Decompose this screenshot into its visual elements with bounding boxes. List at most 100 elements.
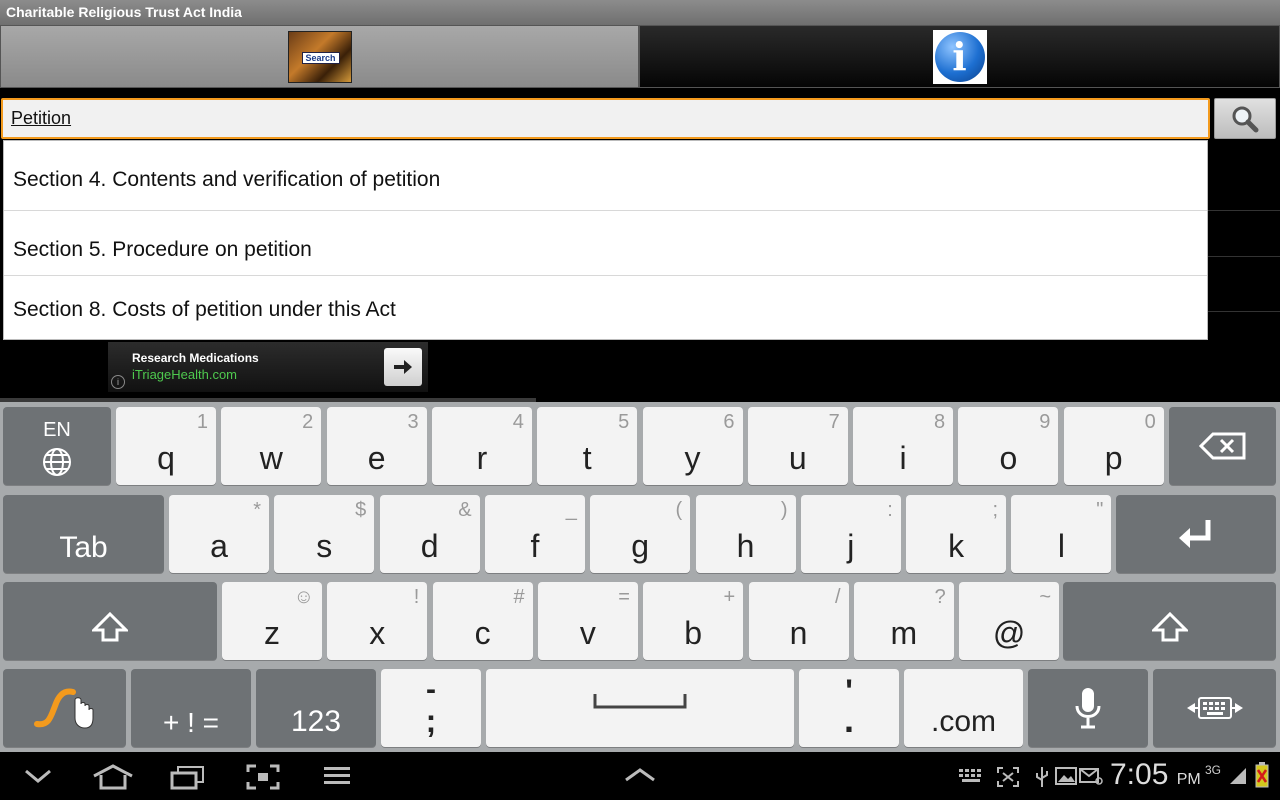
search-button[interactable]	[1214, 98, 1276, 139]
fullscreen-icon	[997, 767, 1019, 787]
space-key[interactable]	[486, 669, 794, 747]
background-list-divider	[1208, 210, 1280, 211]
key-alt-label: ☺	[293, 586, 314, 608]
key-v[interactable]: = v	[537, 582, 638, 660]
key-alt-label: )	[780, 499, 788, 521]
symbols-key-label: + ! =	[162, 707, 220, 738]
back-icon[interactable]	[22, 764, 54, 788]
swype-icon	[33, 688, 93, 729]
key-label: u	[788, 440, 807, 476]
key-z[interactable]: ☺ z	[222, 582, 322, 660]
backspace-key[interactable]	[1169, 407, 1276, 485]
quote-period-key[interactable]: ' .	[799, 669, 899, 747]
key-k[interactable]: ; k	[906, 495, 1007, 573]
key-c[interactable]: # c	[432, 582, 533, 660]
background-list-divider	[1208, 311, 1280, 312]
ad-url: iTriageHealth.com	[132, 367, 238, 382]
suggestion-item[interactable]: Section 4. Contents and verification of …	[4, 141, 1207, 211]
key-label: v	[579, 615, 596, 651]
key-label: j	[847, 528, 855, 564]
key-f[interactable]: _ f	[484, 495, 585, 573]
keyboard-status-icon	[959, 769, 981, 782]
key-p[interactable]: 0p	[1063, 407, 1164, 485]
key-label: y	[684, 440, 701, 476]
key-label: o	[999, 440, 1018, 476]
key-alt-label: *	[253, 499, 261, 521]
keyboard-hide-icon	[1186, 697, 1243, 719]
key-alt-label: =	[618, 586, 630, 608]
search-tab-image-label: Search	[301, 51, 340, 64]
dotcom-key[interactable]: .com	[904, 669, 1023, 747]
key-label: p	[1104, 440, 1123, 476]
signal-icon	[1230, 768, 1246, 784]
key-j[interactable]: :j	[800, 495, 901, 573]
key-a[interactable]: * a	[169, 495, 269, 573]
on-screen-keyboard: EN 1q2w3e4r5t6y7u8i9o0p Tab * a $ s & d …	[0, 402, 1280, 752]
voice-key[interactable]	[1028, 669, 1148, 747]
clock-ampm: PM	[1176, 771, 1201, 788]
suggestion-item[interactable]: Section 8. Costs of petition under this …	[4, 276, 1207, 341]
semicolon-label: ;	[425, 703, 437, 739]
tab-search[interactable]: Search	[0, 25, 639, 88]
key-alt-label: 2	[302, 411, 314, 433]
key-q[interactable]: 1q	[116, 407, 216, 485]
key-@[interactable]: ~ @	[959, 582, 1060, 660]
suggestion-item[interactable]: Section 5. Procedure on petition	[4, 211, 1207, 276]
key-b[interactable]: + b	[643, 582, 744, 660]
key-w[interactable]: 2w	[221, 407, 322, 485]
gallery-icon	[1055, 767, 1077, 785]
hide-keyboard-key[interactable]	[1153, 669, 1276, 747]
swype-key[interactable]	[3, 669, 126, 747]
info-icon: i	[932, 29, 987, 84]
ad-info-icon[interactable]: i	[111, 375, 125, 389]
key-u[interactable]: 7u	[747, 407, 848, 485]
key-r[interactable]: 4r	[431, 407, 532, 485]
clock-time: 7:05	[1110, 758, 1169, 791]
key-alt-label: 4	[512, 411, 524, 433]
globe-icon	[43, 448, 71, 476]
key-label: h	[736, 528, 755, 564]
key-d[interactable]: & d	[379, 495, 480, 573]
key-label: x	[369, 615, 386, 651]
key-x[interactable]: ! x	[327, 582, 428, 660]
language-key[interactable]: EN	[3, 407, 111, 485]
key-m[interactable]: ? m	[853, 582, 954, 660]
usb-icon	[1036, 767, 1048, 787]
language-label: EN	[43, 419, 71, 441]
key-t[interactable]: 5t	[537, 407, 638, 485]
key-label: c	[474, 615, 491, 651]
key-label: i	[899, 440, 907, 476]
key-h[interactable]: ) h	[695, 495, 796, 573]
shift-icon	[92, 612, 128, 642]
tab-info[interactable]: i	[639, 25, 1280, 88]
key-y[interactable]: 6y	[642, 407, 743, 485]
numbers-key[interactable]: 123	[256, 669, 376, 747]
key-l[interactable]: " l	[1011, 495, 1112, 573]
symbols-key[interactable]: + ! =	[131, 669, 251, 747]
key-g[interactable]: (g	[590, 495, 691, 573]
info-icon-glyph: i	[934, 31, 985, 82]
key-o[interactable]: 9o	[958, 407, 1059, 485]
shift-key-left[interactable]	[3, 582, 217, 660]
key-e[interactable]: 3e	[326, 407, 427, 485]
chevron-up-icon[interactable]	[622, 764, 658, 788]
search-input[interactable]: Petition	[1, 98, 1210, 139]
screenshot-icon[interactable]	[246, 764, 280, 790]
email-icon	[1079, 768, 1103, 785]
ad-arrow-button[interactable]	[384, 348, 422, 386]
ad-banner[interactable]: i Research Medications iTriageHealth.com	[108, 342, 428, 392]
recent-apps-icon[interactable]	[170, 764, 206, 790]
key-i[interactable]: 8i	[853, 407, 954, 485]
shift-icon	[1151, 612, 1188, 642]
dash-semicolon-key[interactable]: - ;	[381, 669, 481, 747]
home-icon[interactable]	[92, 764, 134, 790]
menu-icon[interactable]	[322, 764, 352, 788]
key-n[interactable]: / n	[748, 582, 849, 660]
shift-key-right[interactable]	[1063, 582, 1276, 660]
arrow-right-icon	[394, 360, 412, 374]
enter-key[interactable]	[1116, 495, 1276, 573]
app-title: Charitable Religious Trust Act India	[0, 0, 1280, 25]
key-label: r	[476, 440, 488, 476]
key-s[interactable]: $ s	[274, 495, 375, 573]
tab-key[interactable]: Tab	[3, 495, 164, 573]
